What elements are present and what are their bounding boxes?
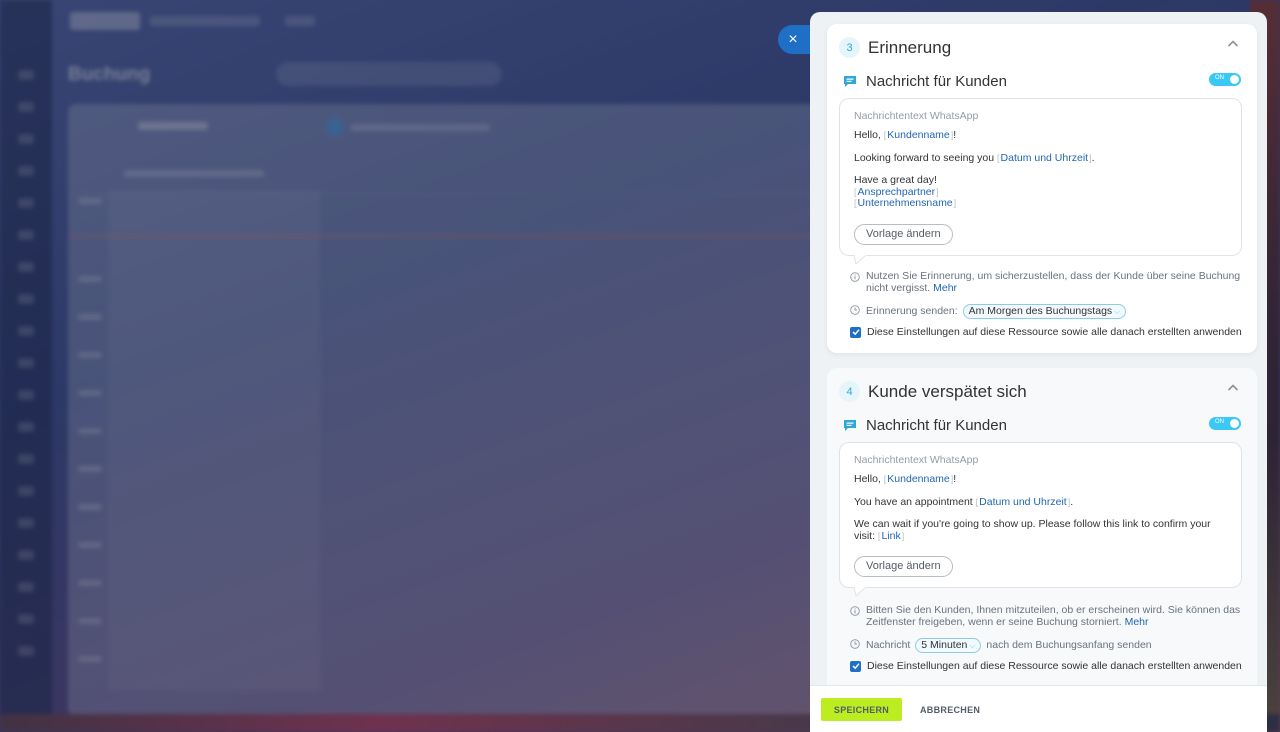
- message-row: Nachricht für Kunden: [843, 73, 1007, 90]
- chevron-up-icon[interactable]: [1227, 382, 1239, 394]
- message-row: Nachricht für Kunden: [843, 417, 1007, 434]
- bubble-tail: [854, 255, 867, 264]
- placeholder-tag: Kundenname: [884, 473, 954, 485]
- message-title: Nachricht für Kunden: [866, 73, 1007, 90]
- info-icon: [850, 606, 860, 616]
- placeholder-tag: Link: [878, 530, 904, 542]
- apply-settings-checkbox-row[interactable]: Diese Einstellungen auf diese Ressource …: [850, 326, 1242, 338]
- settings-slider-panel: 3 Erinnerung Nachricht für Kunden ON Nac…: [810, 12, 1267, 732]
- info-row: Nutzen Sie Erinnerung, um sicherzustelle…: [850, 270, 1241, 294]
- section-customer-late: 4 Kunde verspätet sich Nachricht für Kun…: [827, 368, 1257, 698]
- step-number-badge: 3: [839, 37, 860, 58]
- change-template-button[interactable]: Vorlage ändern: [854, 223, 953, 245]
- message-toggle[interactable]: ON: [1209, 417, 1241, 430]
- apply-settings-label: Diese Einstellungen auf diese Ressource …: [867, 326, 1242, 338]
- change-template-button[interactable]: Vorlage ändern: [854, 556, 953, 577]
- send-reminder-row: Erinnerung senden: Am Morgen des Buchung…: [850, 304, 1128, 319]
- section-header: 3 Erinnerung: [839, 37, 951, 58]
- save-button[interactable]: SPEICHERN: [821, 698, 902, 721]
- message-toggle[interactable]: ON: [1209, 73, 1241, 86]
- chevron-down-icon: ⌵: [1114, 307, 1121, 316]
- placeholder-tag: Kundenname: [884, 129, 954, 141]
- chat-icon: [844, 420, 856, 431]
- check-icon: [851, 329, 860, 336]
- message-box-label: Nachrichtentext WhatsApp: [854, 110, 979, 122]
- message-template-box: Nachrichtentext WhatsApp Hello, Kundenna…: [839, 442, 1242, 596]
- checkbox-checked[interactable]: [850, 660, 861, 672]
- section-title: Kunde verspätet sich: [868, 381, 1027, 401]
- message-template-box: Nachrichtentext WhatsApp Hello, Kundenna…: [839, 98, 1242, 264]
- chevron-down-icon: ⌵: [969, 641, 976, 650]
- send-message-row: Nachricht 5 Minuten ⌵ nach dem Buchungsan…: [850, 638, 1152, 653]
- section-title: Erinnerung: [868, 37, 952, 57]
- info-icon: [850, 272, 860, 282]
- info-row: Bitten Sie den Kunden, Ihnen mitzuteilen…: [850, 604, 1241, 628]
- step-number-badge: 4: [839, 381, 860, 402]
- toggle-label: ON: [1215, 419, 1224, 425]
- section-reminder: 3 Erinnerung Nachricht für Kunden ON Nac…: [827, 24, 1257, 353]
- checkbox-checked[interactable]: [850, 326, 861, 338]
- apply-settings-label: Diese Einstellungen auf diese Ressource …: [867, 660, 1242, 672]
- apply-settings-checkbox-row[interactable]: Diese Einstellungen auf diese Ressource …: [850, 660, 1242, 672]
- message-text: Hello, Kundenname! Looking forward to se…: [854, 129, 1227, 210]
- placeholder-tag: Unternehmensname: [854, 197, 956, 209]
- placeholder-tag: Datum und Uhrzeit: [976, 496, 1071, 508]
- check-icon: [851, 663, 860, 670]
- message-box-label: Nachrichtentext WhatsApp: [854, 454, 979, 466]
- placeholder-tag: Datum und Uhrzeit: [997, 152, 1092, 164]
- section-header: 4 Kunde verspätet sich: [839, 381, 1027, 402]
- placeholder-tag: Ansprechpartner: [854, 186, 939, 198]
- chat-icon: [844, 76, 856, 87]
- reminder-time-dropdown[interactable]: Am Morgen des Buchungstags ⌵: [962, 304, 1127, 319]
- message-text: Hello, Kundenname! You have an appointme…: [854, 473, 1227, 542]
- bubble-tail: [854, 587, 867, 596]
- chevron-up-icon[interactable]: [1227, 38, 1239, 50]
- panel-footer: SPEICHERN ABBRECHEN: [810, 685, 1267, 732]
- more-link[interactable]: Mehr: [933, 282, 957, 294]
- delay-minutes-dropdown[interactable]: 5 Minuten ⌵: [915, 638, 982, 653]
- clock-icon: [850, 639, 860, 649]
- cancel-button[interactable]: ABBRECHEN: [912, 698, 988, 721]
- message-title: Nachricht für Kunden: [866, 417, 1007, 434]
- more-link[interactable]: Mehr: [1125, 616, 1149, 628]
- clock-icon: [850, 305, 860, 315]
- toggle-label: ON: [1215, 75, 1224, 81]
- close-icon: ×: [788, 30, 798, 48]
